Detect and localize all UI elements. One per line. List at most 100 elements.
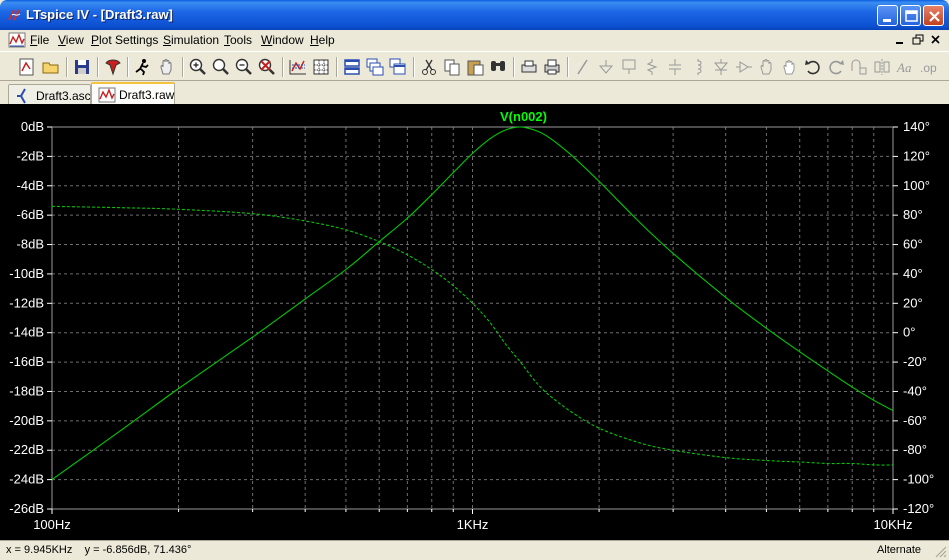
y-left-tick-label: -16dB — [9, 354, 44, 369]
y-right-tick-label: 140° — [903, 119, 930, 134]
maximize-button[interactable] — [900, 5, 921, 26]
mdi-close-icon[interactable] — [928, 33, 944, 47]
menu-file[interactable]: File — [30, 33, 49, 47]
tab-draft3-raw[interactable]: Draft3.raw — [91, 82, 175, 105]
find-icon[interactable] — [488, 57, 508, 77]
menu-view[interactable]: View — [58, 33, 84, 47]
print-preview-icon[interactable] — [519, 57, 539, 77]
bode-plot[interactable]: 0dB -2dB -4dB -6dB -8dB -10dB -12dB -14dB -16dB -… — [0, 104, 949, 540]
capacitor-icon[interactable] — [665, 57, 685, 77]
waveform-icon — [98, 87, 116, 103]
print-icon[interactable] — [542, 57, 562, 77]
menu-help[interactable]: Help — [310, 33, 335, 47]
window-title: LTspice IV - [Draft3.raw] — [26, 7, 173, 22]
ground-icon[interactable] — [596, 57, 616, 77]
new-schematic-icon[interactable] — [17, 57, 37, 77]
close-icon — [929, 11, 940, 22]
title-bar[interactable]: LTspice IV - [Draft3.raw] — [0, 0, 949, 30]
waveform-doc-icon[interactable] — [8, 32, 26, 48]
y-left-tick-label: -2dB — [17, 148, 44, 163]
y-left-tick-label: -18dB — [9, 383, 44, 398]
inductor-icon[interactable] — [688, 57, 708, 77]
autorange-icon[interactable] — [288, 57, 308, 77]
save-icon[interactable] — [72, 57, 92, 77]
ltspice-logo-icon — [8, 9, 21, 21]
y-right-tick-label: 80° — [903, 207, 923, 222]
y-right-tick-label: 100° — [903, 178, 930, 193]
mdi-restore-icon[interactable] — [910, 33, 926, 47]
minimize-button[interactable] — [877, 5, 898, 26]
y-left-tick-label: -14dB — [9, 325, 44, 340]
cascade-icon[interactable] — [365, 57, 385, 77]
open-icon[interactable] — [41, 57, 61, 77]
status-mode: Alternate — [876, 544, 921, 556]
wire-icon[interactable] — [573, 57, 593, 77]
paste-icon[interactable] — [465, 57, 485, 77]
copy-icon[interactable] — [442, 57, 462, 77]
menu-plot-settings[interactable]: Plot Settings — [91, 33, 158, 47]
run-icon[interactable] — [133, 57, 153, 77]
y-left-tick-label: 0dB — [21, 119, 44, 134]
mdi-minimize-icon[interactable] — [892, 33, 908, 47]
tile-vertical-icon[interactable] — [388, 57, 408, 77]
resize-grip-icon[interactable] — [935, 546, 947, 558]
y-right-tick-label: 40° — [903, 266, 923, 281]
y-right-tick-label: -100° — [903, 472, 934, 487]
menu-simulation[interactable]: Simulation — [163, 33, 219, 47]
y-right-tick-label: 60° — [903, 237, 923, 252]
tab-label: Draft3.asc — [36, 89, 91, 103]
component-icon[interactable] — [734, 57, 754, 77]
undo-icon[interactable] — [803, 57, 823, 77]
y-right-tick-label: -20° — [903, 354, 927, 369]
y-right-tick-label: 0° — [903, 325, 915, 340]
trace-title: V(n002) — [500, 109, 547, 124]
schematic-icon — [17, 88, 26, 104]
text-icon[interactable]: Aa — [895, 57, 915, 77]
grid-icon[interactable] — [311, 57, 331, 77]
svg-text:Aa: Aa — [896, 60, 912, 75]
y-right-tick-label: -80° — [903, 442, 927, 457]
tile-horizontal-icon[interactable] — [342, 57, 362, 77]
zoom-in-icon[interactable] — [188, 57, 208, 77]
y-left-tick-label: -26dB — [9, 501, 44, 516]
mirror-icon[interactable] — [872, 57, 892, 77]
resistor-icon[interactable] — [642, 57, 662, 77]
menu-window[interactable]: Window — [261, 33, 304, 47]
zoom-full-icon[interactable] — [211, 57, 231, 77]
y-left-tick-label: -20dB — [9, 413, 44, 428]
drag-icon[interactable] — [780, 57, 800, 77]
y-right-tick-label: -40° — [903, 383, 927, 398]
cut-icon[interactable] — [419, 57, 439, 77]
close-button[interactable] — [923, 5, 944, 26]
y-left-tick-label: -22dB — [9, 442, 44, 457]
menu-bar: File View Plot Settings Simulation Tools… — [0, 30, 949, 50]
redo-icon[interactable] — [826, 57, 846, 77]
y-left-tick-label: -4dB — [17, 178, 44, 193]
diode-icon[interactable] — [711, 57, 731, 77]
tab-draft3-asc[interactable]: Draft3.asc — [8, 84, 91, 105]
y-left-tick-label: -8dB — [17, 237, 44, 252]
y-right-tick-label: 20° — [903, 295, 923, 310]
waveform-plot-pane[interactable]: 0dB -2dB -4dB -6dB -8dB -10dB -12dB -14dB -16dB -… — [0, 104, 949, 540]
y-right-tick-label: -120° — [903, 501, 934, 516]
minimize-icon — [883, 19, 891, 22]
rotate-icon[interactable] — [849, 57, 869, 77]
zoom-out-icon[interactable] — [234, 57, 254, 77]
tab-label: Draft3.raw — [119, 88, 175, 102]
x-tick-label: 10KHz — [873, 517, 912, 532]
y-left-tick-label: -24dB — [9, 472, 44, 487]
toolbar: Aa .op — [0, 51, 949, 81]
spice-directive-icon[interactable]: .op — [918, 57, 938, 77]
pan-hand-icon[interactable] — [157, 57, 177, 77]
y-right-tick-label: -60° — [903, 413, 927, 428]
label-net-icon[interactable] — [619, 57, 639, 77]
y-left-tick-label: -10dB — [9, 266, 44, 281]
status-bar: x = 9.945KHz y = -6.856dB, 71.436° Alter… — [0, 540, 949, 560]
control-panel-icon[interactable] — [103, 57, 123, 77]
menu-tools[interactable]: Tools — [224, 33, 252, 47]
y-left-tick-label: -6dB — [17, 207, 44, 222]
zoom-cancel-icon[interactable] — [257, 57, 277, 77]
tab-bar: Draft3.asc Draft3.raw — [0, 82, 949, 105]
move-icon[interactable] — [757, 57, 777, 77]
y-right-tick-label: 120° — [903, 148, 930, 163]
